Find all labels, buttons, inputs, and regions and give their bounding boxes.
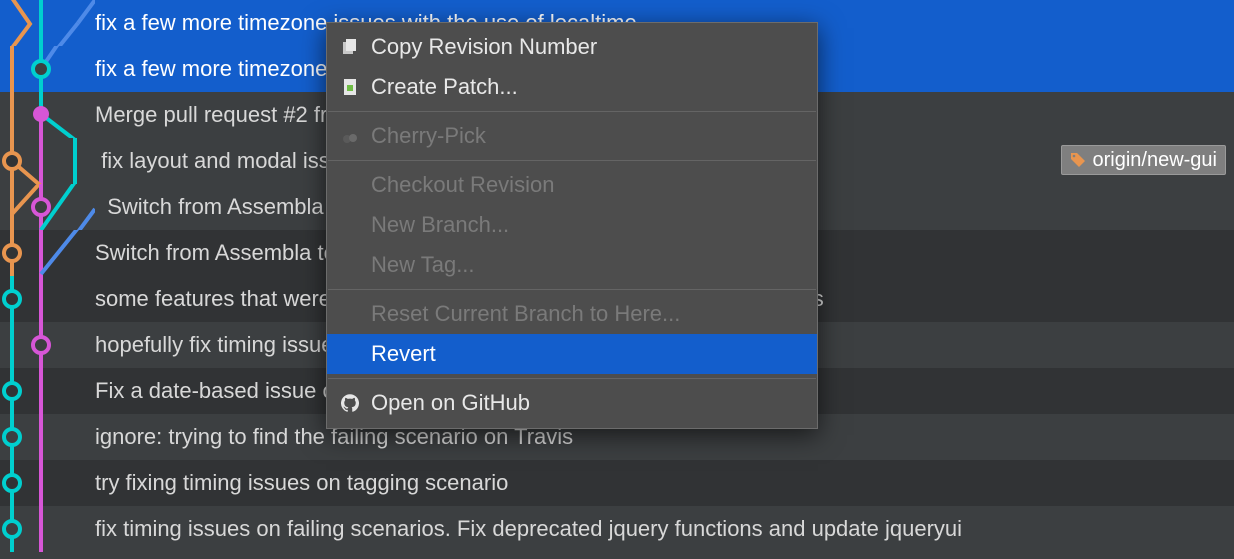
commit-row[interactable]: fix timing issues on failing scenarios. … [0,506,1234,552]
menu-item-new-branch: New Branch... [327,205,817,245]
menu-separator [328,378,816,379]
commit-row[interactable]: try fixing timing issues on tagging scen… [0,460,1234,506]
graph-segment [0,0,95,46]
context-menu: Copy Revision Number Create Patch... Che… [326,22,818,429]
menu-item-checkout-revision: Checkout Revision [327,165,817,205]
graph-segment [0,506,95,552]
graph-segment [0,276,95,322]
graph-segment [0,322,95,368]
menu-item-label: Revert [371,341,436,367]
graph-segment [0,230,95,276]
menu-item-label: Checkout Revision [371,172,554,198]
menu-item-copy-revision[interactable]: Copy Revision Number [327,27,817,67]
branch-tag[interactable]: origin/new-gui [1061,145,1226,175]
menu-item-label: Cherry-Pick [371,123,486,149]
menu-item-label: New Tag... [371,252,475,278]
tag-icon [1070,152,1086,168]
menu-separator [328,111,816,112]
graph-segment [0,92,95,138]
menu-item-create-patch[interactable]: Create Patch... [327,67,817,107]
commit-message: try fixing timing issues on tagging scen… [95,470,508,496]
menu-separator [328,289,816,290]
commit-message: fix timing issues on failing scenarios. … [95,516,962,542]
commit-message: fix layout and modal issues [95,148,365,174]
menu-item-revert[interactable]: Revert [327,334,817,374]
menu-item-open-on-github[interactable]: Open on GitHub [327,383,817,423]
menu-item-label: Copy Revision Number [371,34,597,60]
menu-item-cherry-pick: Cherry-Pick [327,116,817,156]
menu-item-label: New Branch... [371,212,509,238]
graph-segment [0,138,95,184]
cherries-icon [339,125,361,147]
graph-segment [0,46,95,92]
menu-item-reset-branch: Reset Current Branch to Here... [327,294,817,334]
menu-item-label: Open on GitHub [371,390,530,416]
menu-item-new-tag: New Tag... [327,245,817,285]
copy-icon [339,36,361,58]
menu-item-label: Create Patch... [371,74,518,100]
menu-separator [328,160,816,161]
graph-segment [0,368,95,414]
graph-segment [0,414,95,460]
menu-item-label: Reset Current Branch to Here... [371,301,680,327]
graph-segment [0,460,95,506]
github-icon [339,392,361,414]
patch-icon [339,76,361,98]
branch-tag-label: origin/new-gui [1092,149,1217,172]
graph-segment [0,184,95,230]
